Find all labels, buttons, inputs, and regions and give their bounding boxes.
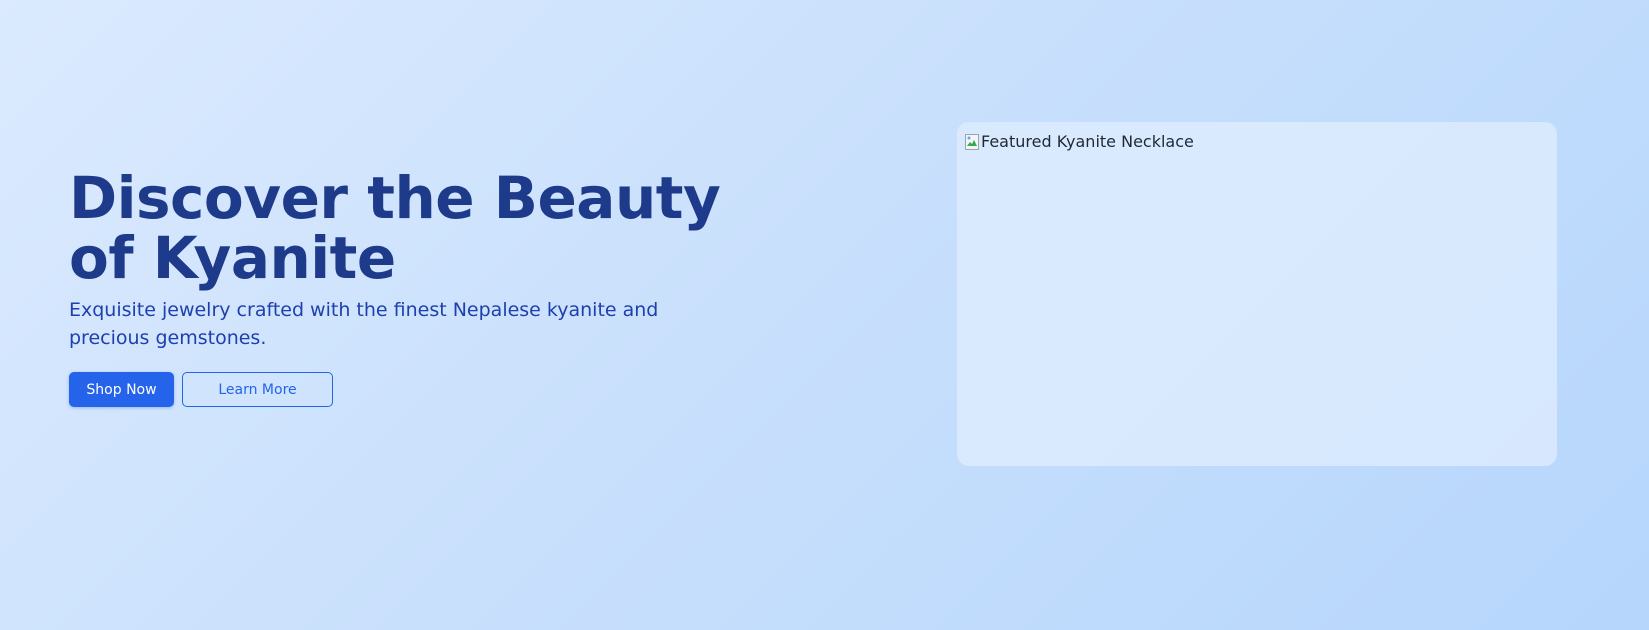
hero-title: Discover the Beauty of Kyanite	[69, 164, 721, 292]
broken-image-icon	[965, 133, 979, 150]
shop-now-button[interactable]: Shop Now	[69, 372, 174, 407]
hero-subtitle: Exquisite jewelry crafted with the fines…	[69, 299, 659, 349]
hero-section: Discover the Beauty of Kyanite Exquisite…	[0, 0, 1649, 630]
featured-image: Featured Kyanite Necklace	[965, 132, 1194, 151]
cta-button-row: Shop Now Learn More	[69, 372, 769, 407]
featured-image-alt-text: Featured Kyanite Necklace	[981, 132, 1194, 151]
featured-image-card: Featured Kyanite Necklace	[957, 122, 1557, 466]
learn-more-button[interactable]: Learn More	[182, 372, 333, 407]
hero-text-block: Discover the Beauty of Kyanite Exquisite…	[69, 168, 769, 407]
